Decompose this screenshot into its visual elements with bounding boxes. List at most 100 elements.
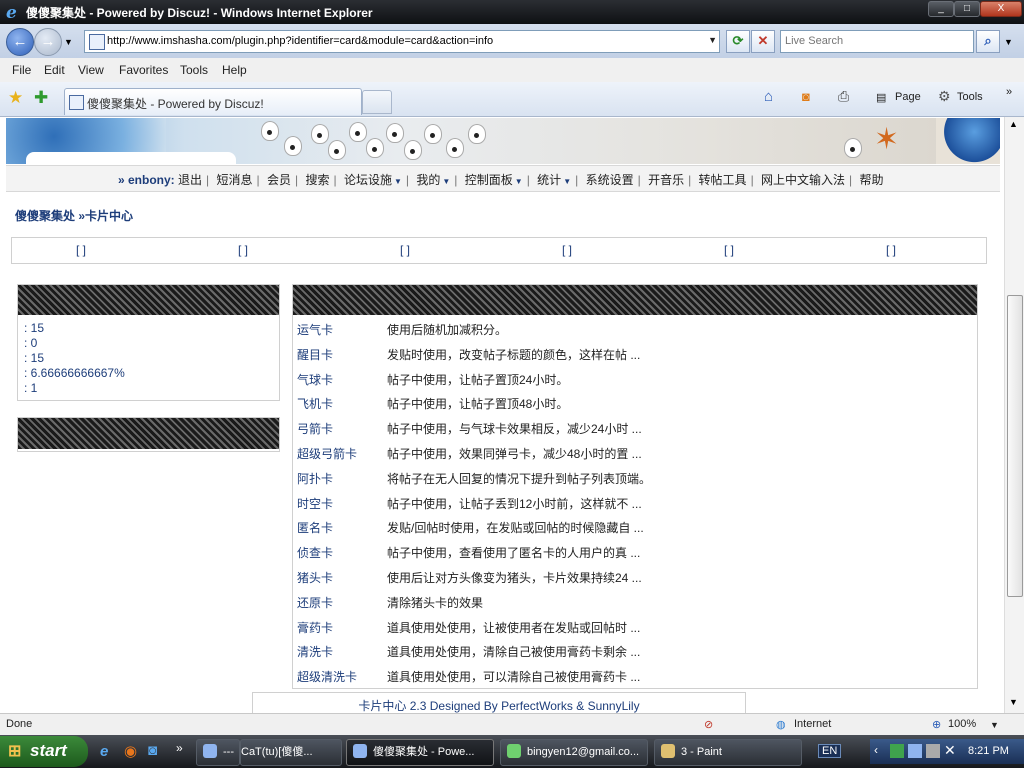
quicklaunch-ie-icon[interactable]: e	[100, 743, 108, 760]
nav-input-method[interactable]: 网上中文输入法	[761, 173, 845, 187]
page-menu[interactable]: Page	[895, 91, 921, 103]
favorites-star-icon[interactable]: ★	[8, 88, 23, 108]
vertical-scrollbar[interactable]: ▲ ▼	[1004, 117, 1024, 713]
history-dropdown-icon[interactable]: ▼	[64, 37, 73, 47]
menu-file[interactable]: File	[12, 63, 31, 77]
card-name[interactable]: 运气卡	[297, 321, 333, 338]
nav-search[interactable]: 搜索	[305, 173, 329, 187]
card-tab[interactable]: [ ]	[400, 243, 410, 257]
nav-help[interactable]: 帮助	[860, 173, 884, 187]
search-input[interactable]	[785, 33, 969, 49]
popup-blocked-icon[interactable]: ⊘	[704, 718, 713, 731]
tray-volume-icon[interactable]	[926, 744, 940, 758]
nav-stats[interactable]: 统计	[537, 173, 561, 187]
taskbar-item-active[interactable]: 傻傻聚集处 - Powe...	[346, 739, 494, 766]
card-name[interactable]: 猪头卡	[297, 569, 333, 586]
taskbar-item[interactable]: CaT(tu)[傻傻...	[240, 739, 342, 766]
feeds-icon[interactable]: ◙	[802, 89, 810, 104]
nav-my[interactable]: 我的	[416, 173, 440, 187]
breadcrumb[interactable]: 傻傻聚集处 »卡片中心	[15, 207, 133, 224]
chevron-right-icon[interactable]: »	[1006, 86, 1012, 98]
menu-view[interactable]: View	[78, 63, 104, 77]
tools-menu[interactable]: Tools	[957, 91, 983, 103]
home-icon[interactable]: ⌂	[764, 88, 773, 105]
page-footer: 卡片中心 2.3 Designed By PerfectWorks & Sunn…	[252, 692, 746, 713]
nav-repost-tool[interactable]: 转帖工具	[699, 173, 747, 187]
quicklaunch-firefox-icon[interactable]: ◉	[124, 742, 137, 760]
zoom-icon[interactable]: ⊕	[932, 718, 941, 731]
scroll-up-icon[interactable]: ▲	[1009, 119, 1018, 129]
nav-music[interactable]: 开音乐	[648, 173, 684, 187]
clock[interactable]: 8:21 PM	[968, 745, 1009, 757]
card-tab[interactable]: [ ]	[562, 243, 572, 257]
forward-button[interactable]: →	[34, 28, 62, 56]
search-icon[interactable]: ⌕	[976, 30, 1000, 53]
dropdown-caret-icon[interactable]: ▼	[515, 177, 523, 186]
tray-expand-icon[interactable]: ‹	[874, 743, 878, 757]
minimize-button[interactable]: _	[928, 1, 954, 17]
quicklaunch-more-icon[interactable]: »	[176, 741, 183, 755]
live-search-box[interactable]	[780, 30, 974, 53]
card-name[interactable]: 匿名卡	[297, 519, 333, 536]
nav-members[interactable]: 会员	[267, 173, 291, 187]
nav-system-settings[interactable]: 系统设置	[586, 173, 634, 187]
menu-help[interactable]: Help	[222, 63, 247, 77]
tray-app-icon[interactable]	[890, 744, 904, 758]
start-button[interactable]: ⊞ start	[0, 736, 88, 767]
card-name[interactable]: 时空卡	[297, 495, 333, 512]
language-indicator[interactable]: EN	[818, 744, 842, 758]
menu-tools[interactable]: Tools	[180, 63, 208, 77]
nav-messages[interactable]: 短消息	[217, 173, 253, 187]
tab-current[interactable]: 傻傻聚集处 - Powered by Discuz!	[64, 88, 362, 115]
nav-username[interactable]: » enbony:	[118, 173, 175, 187]
dropdown-caret-icon[interactable]: ▼	[394, 177, 402, 186]
url-input[interactable]	[107, 33, 697, 49]
card-name[interactable]: 超级弓箭卡	[297, 445, 357, 462]
card-tab[interactable]: [ ]	[724, 243, 734, 257]
card-name[interactable]: 飞机卡	[297, 395, 333, 412]
taskbar-item[interactable]: bingyen12@gmail.co...	[500, 739, 648, 766]
maximize-button[interactable]: □	[954, 1, 980, 17]
dropdown-caret-icon[interactable]: ▼	[442, 177, 450, 186]
scroll-thumb[interactable]	[1007, 295, 1023, 597]
scroll-down-icon[interactable]: ▼	[1009, 697, 1018, 707]
new-tab-button[interactable]	[362, 90, 392, 114]
menu-favorites[interactable]: Favorites	[119, 63, 168, 77]
card-name[interactable]: 阿扑卡	[297, 470, 333, 487]
nav-logout[interactable]: 退出	[178, 173, 202, 187]
card-name[interactable]: 醒目卡	[297, 346, 333, 363]
card-name[interactable]: 侦查卡	[297, 544, 333, 561]
menu-edit[interactable]: Edit	[44, 63, 65, 77]
nav-control-panel[interactable]: 控制面板	[465, 173, 513, 187]
page-menu-icon[interactable]: ▤	[876, 91, 886, 104]
add-favorite-icon[interactable]: ✚	[34, 88, 48, 108]
taskbar-item[interactable]: ---	[196, 739, 240, 766]
print-icon[interactable]: ⎙	[838, 88, 849, 105]
quicklaunch-ie2-icon[interactable]: ◙	[148, 742, 157, 759]
close-button[interactable]: X	[980, 1, 1022, 17]
back-button[interactable]: ←	[6, 28, 34, 56]
nav-facilities[interactable]: 论坛设施	[344, 173, 392, 187]
dropdown-caret-icon[interactable]: ▼	[563, 177, 571, 186]
zoom-dropdown-icon[interactable]: ▼	[990, 720, 999, 730]
address-dropdown-icon[interactable]: ▼	[708, 35, 717, 45]
search-options-icon[interactable]: ▼	[1004, 37, 1013, 47]
card-name[interactable]: 超级清洗卡	[297, 668, 357, 685]
card-name[interactable]: 清洗卡	[297, 643, 333, 660]
card-name[interactable]: 还原卡	[297, 594, 333, 611]
card-name[interactable]: 膏药卡	[297, 619, 333, 636]
zoom-level[interactable]: 100%	[948, 718, 976, 730]
taskbar-item[interactable]: 3 - Paint	[654, 739, 802, 766]
card-tab[interactable]: [ ]	[238, 243, 248, 257]
card-name[interactable]: 气球卡	[297, 371, 333, 388]
stop-button[interactable]: ✕	[751, 30, 775, 53]
gear-icon[interactable]: ⚙	[938, 88, 951, 105]
card-tab[interactable]: [ ]	[886, 243, 896, 257]
card-description: 帖子中使用，让帖子置顶24小时。	[387, 372, 569, 387]
tray-network-icon[interactable]	[908, 744, 922, 758]
card-name[interactable]: 弓箭卡	[297, 420, 333, 437]
tray-disconnected-icon[interactable]: ✕	[944, 742, 956, 759]
card-tab[interactable]: [ ]	[76, 243, 86, 257]
address-field[interactable]: ▼	[84, 30, 720, 53]
refresh-button[interactable]: ⟳	[726, 30, 750, 53]
